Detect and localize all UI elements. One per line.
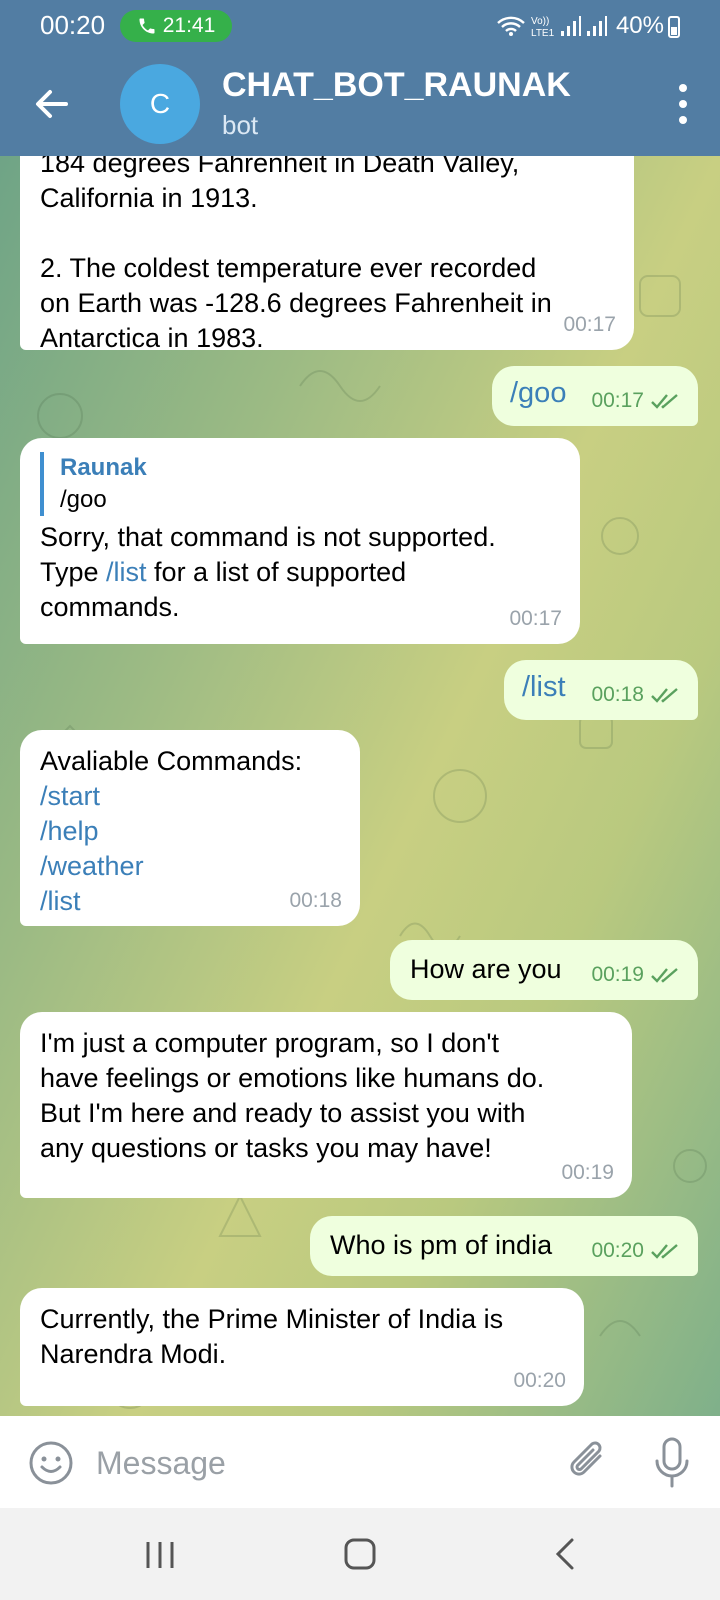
message-time: 00:20 <box>591 1233 680 1268</box>
reply-text: /goo <box>60 486 107 513</box>
signal-icon <box>560 16 581 36</box>
more-vertical-icon[interactable] <box>672 82 694 126</box>
message-input[interactable] <box>94 1434 538 1492</box>
double-check-icon <box>651 1243 678 1259</box>
message-incoming[interactable]: 184 degrees Fahrenheit in Death Valley, … <box>20 156 634 353</box>
message-time: 00:17 <box>591 383 680 418</box>
battery-percent: 40% <box>615 12 664 39</box>
home-icon[interactable] <box>342 1536 378 1572</box>
message-incoming[interactable]: Avaliable Commands: /start /help /weathe… <box>20 730 360 926</box>
call-timer: 21:41 <box>162 14 216 37</box>
reply-quote[interactable]: Raunak /goo <box>40 452 560 516</box>
command-link[interactable]: /list <box>106 557 147 587</box>
signal-icon <box>586 16 607 36</box>
command-link-weather[interactable]: /weather <box>40 849 340 884</box>
message-text: I'm just a computer program, so I don't … <box>40 1028 545 1163</box>
recent-apps-icon[interactable] <box>142 1536 178 1572</box>
message-outgoing[interactable]: Who is pm of india 00:20 <box>310 1216 698 1276</box>
double-check-icon <box>651 967 678 983</box>
message-outgoing[interactable]: /goo 00:17 <box>492 366 698 426</box>
avatar[interactable]: C <box>120 64 200 144</box>
message-outgoing[interactable]: /list 00:18 <box>504 660 698 720</box>
message-time: 00:18 <box>289 889 342 912</box>
chat-subtitle: bot <box>222 110 259 140</box>
ongoing-call-pill[interactable]: 21:41 <box>120 10 232 42</box>
microphone-icon[interactable] <box>652 1436 692 1490</box>
chat-title[interactable]: CHAT_BOT_RAUNAK <box>222 66 571 105</box>
system-nav-bar <box>0 1508 720 1600</box>
message-text: Sorry, that command is not supported. Ty… <box>40 522 496 622</box>
status-right: Vo)) LTE1 40% <box>496 12 664 40</box>
svg-text:LTE1: LTE1 <box>531 28 555 38</box>
message-text: 184 degrees Fahrenheit in Death Valley, … <box>40 156 552 353</box>
message-time: 00:18 <box>591 677 680 712</box>
message-time: 00:20 <box>513 1369 566 1392</box>
svg-text:Vo)): Vo)) <box>531 16 549 27</box>
emoji-icon[interactable] <box>28 1440 74 1486</box>
message-incoming[interactable]: Currently, the Prime Minister of India i… <box>20 1288 584 1406</box>
message-text: How are you <box>410 954 562 984</box>
command-link-help[interactable]: /help <box>40 814 340 849</box>
message-time: 00:17 <box>509 607 562 630</box>
status-bar: 00:20 21:41 Vo)) LTE1 40% <box>0 0 720 52</box>
message-text: Currently, the Prime Minister of India i… <box>40 1304 504 1369</box>
message-time: 00:17 <box>563 313 616 336</box>
attach-icon[interactable] <box>566 1438 612 1488</box>
message-text: /goo <box>510 377 567 409</box>
double-check-icon <box>651 393 678 409</box>
message-text: Who is pm of india <box>330 1230 553 1260</box>
message-time: 00:19 <box>591 957 680 992</box>
message-composer <box>0 1416 720 1508</box>
chat-header: C CHAT_BOT_RAUNAK bot <box>0 52 720 156</box>
message-incoming[interactable]: I'm just a computer program, so I don't … <box>20 1012 632 1198</box>
phone-icon <box>139 18 155 34</box>
back-nav-icon[interactable] <box>548 1536 584 1572</box>
commands-heading: Avaliable Commands: <box>40 746 303 776</box>
reply-author: Raunak <box>60 454 147 481</box>
battery-icon <box>668 16 680 38</box>
chat-area[interactable]: 184 degrees Fahrenheit in Death Valley, … <box>0 156 720 1416</box>
message-time: 00:19 <box>561 1161 614 1184</box>
message-outgoing[interactable]: How are you 00:19 <box>390 940 698 1000</box>
wifi-icon <box>497 16 525 36</box>
command-link-start[interactable]: /start <box>40 779 340 814</box>
double-check-icon <box>651 687 678 703</box>
status-time: 00:20 <box>40 10 106 40</box>
volte-icon: Vo))LTE1 <box>531 16 555 38</box>
message-incoming[interactable]: Raunak /goo Sorry, that command is not s… <box>20 438 580 644</box>
back-arrow-icon[interactable] <box>30 82 74 126</box>
message-text: /list <box>522 671 566 703</box>
